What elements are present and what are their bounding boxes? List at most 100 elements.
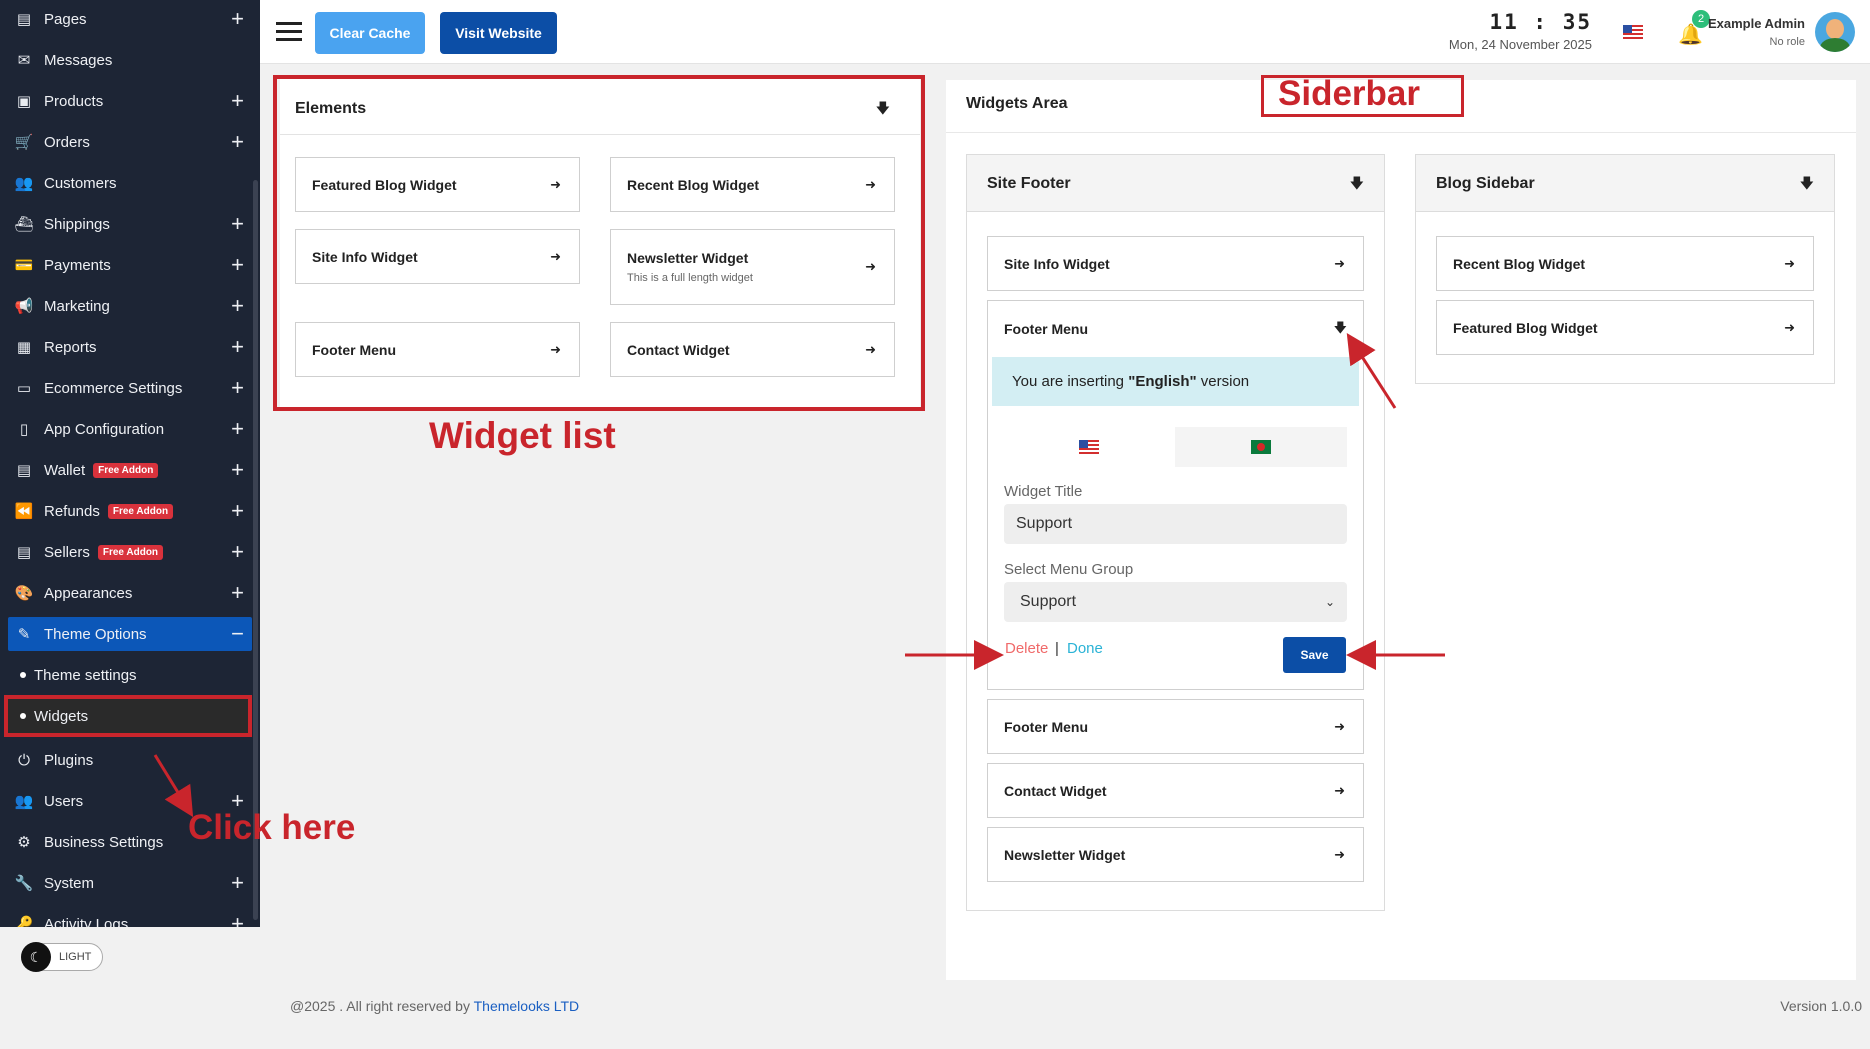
sidebar-item-products[interactable]: ▣ Products + <box>0 84 252 118</box>
siderbar-annotation: Siderbar <box>1278 74 1420 113</box>
expand-plus-icon[interactable]: + <box>231 252 244 278</box>
avatar[interactable] <box>1815 12 1855 52</box>
sidebar-item-label: System <box>44 874 95 892</box>
sidebar-item-ecommerce-settings[interactable]: ▭ Ecommerce Settings + <box>0 371 252 405</box>
sidebar-item-customers[interactable]: 👥 Customers <box>0 166 252 200</box>
sidebar-item-label: Reports <box>44 338 97 356</box>
expand-plus-icon[interactable]: + <box>231 88 244 114</box>
megaphone-icon: 📢 <box>14 298 34 315</box>
info-text: You are inserting <box>1012 373 1129 390</box>
menu-group-selected: Support <box>1020 593 1077 610</box>
top-header: Clear Cache Visit Website 11 : 35 Mon, 2… <box>260 0 1870 64</box>
blog-sidebar-item-featured-blog-widget[interactable]: Featured Blog Widget ➜ <box>1436 300 1814 355</box>
expand-plus-icon[interactable]: + <box>231 129 244 155</box>
widget-label: Footer Menu <box>1004 718 1088 735</box>
sidebar-item-payments[interactable]: 💳 Payments + <box>0 248 252 282</box>
sidebar-item-shippings[interactable]: ⛴ Shippings + <box>0 207 252 241</box>
arrow-down-icon[interactable]: 🡇 <box>1350 173 1364 197</box>
window-icon: ▭ <box>16 380 32 397</box>
expand-plus-icon[interactable]: + <box>231 539 244 565</box>
arrow-down-icon[interactable]: 🡇 <box>1334 319 1347 341</box>
palette-icon: 🎨 <box>14 585 34 602</box>
sidebar-item-marketing[interactable]: 📢 Marketing + <box>0 289 252 323</box>
brand-link[interactable]: Themelooks LTD <box>474 998 580 1014</box>
expand-plus-icon[interactable]: + <box>231 870 244 896</box>
sidebar-item-refunds[interactable]: ⏪ Refunds Free Addon + <box>0 494 252 528</box>
users-icon: 👥 <box>14 793 34 810</box>
sidebar-item-pages[interactable]: ▤ Pages + <box>0 2 252 36</box>
sidebar-item-appearances[interactable]: 🎨 Appearances + <box>0 576 252 610</box>
expand-plus-icon[interactable]: + <box>231 375 244 401</box>
blog-sidebar-item-recent-blog-widget[interactable]: Recent Blog Widget ➜ <box>1436 236 1814 291</box>
menu-group-select[interactable]: Support ⌄ <box>1004 582 1347 622</box>
widget-title-label: Widget Title <box>1004 483 1083 500</box>
sidebar-item-activity-logs[interactable]: 🔑 Activity Logs + <box>0 907 252 927</box>
lang-tab-bangla[interactable] <box>1175 427 1347 467</box>
footer-item-contact-widget[interactable]: Contact Widget ➜ <box>987 763 1364 818</box>
footer-item-newsletter-widget[interactable]: Newsletter Widget ➜ <box>987 827 1364 882</box>
cart-icon: 🛒 <box>14 134 34 151</box>
arrow-right-icon: ➜ <box>1334 718 1345 734</box>
bullet-icon <box>20 713 26 719</box>
sidebar-subitem-theme-settings[interactable]: Theme settings <box>0 658 252 692</box>
sidebar-item-label: Users <box>44 792 84 810</box>
lang-tab-english[interactable] <box>1003 427 1175 467</box>
ship-icon: ⛴ <box>14 216 34 233</box>
expand-plus-icon[interactable]: + <box>231 416 244 442</box>
sidebar-item-orders[interactable]: 🛒 Orders + <box>0 125 252 159</box>
save-button[interactable]: Save <box>1283 637 1346 673</box>
sidebar-item-messages[interactable]: ✉ Messages <box>0 43 252 77</box>
sidebar-item-label: Messages <box>44 51 113 69</box>
expand-plus-icon[interactable]: + <box>231 6 244 32</box>
sidebar-item-label: Refunds <box>44 502 100 520</box>
sidebar-item-sellers[interactable]: ▤ Sellers Free Addon + <box>0 535 252 569</box>
sidebar-item-theme-options[interactable]: ✎ Theme Options − <box>8 617 252 651</box>
box-icon: ▣ <box>16 93 32 110</box>
footer-item-footer-menu[interactable]: Footer Menu ➜ <box>987 699 1364 754</box>
visit-website-button[interactable]: Visit Website <box>440 12 557 54</box>
delete-link[interactable]: Delete <box>1005 640 1048 657</box>
expand-plus-icon[interactable]: + <box>231 911 244 927</box>
expand-plus-icon[interactable]: + <box>231 457 244 483</box>
widget-title-input[interactable]: Support <box>1004 504 1347 544</box>
widget-label: Recent Blog Widget <box>1453 255 1586 272</box>
app-version: Version 1.0.0 <box>1780 998 1862 1014</box>
sidebar-item-label: App Configuration <box>44 420 165 438</box>
sidebar-item-system[interactable]: 🔧 System + <box>0 866 252 900</box>
arrow-down-icon[interactable]: 🡇 <box>1800 173 1814 197</box>
admin-role: No role <box>1769 36 1805 48</box>
rewind-icon: ⏪ <box>14 503 34 520</box>
footer-item-site-info-widget[interactable]: Site Info Widget ➜ <box>987 236 1364 291</box>
sidebar-item-label: Marketing <box>44 297 110 315</box>
plug-icon: ⏻ <box>18 751 30 769</box>
theme-toggle[interactable]: ☾ LIGHT <box>21 942 103 972</box>
arrow-right-icon: ➜ <box>1784 255 1795 271</box>
admin-name[interactable]: Example Admin <box>1708 16 1805 31</box>
sidebar-item-label: Plugins <box>44 751 94 769</box>
bangladesh-flag-icon <box>1251 440 1271 454</box>
key-icon: 🔑 <box>14 916 34 927</box>
expand-plus-icon[interactable]: + <box>231 211 244 237</box>
us-flag-icon[interactable] <box>1623 25 1643 39</box>
sidebar-item-label: Payments <box>44 256 111 274</box>
sidebar-subitem-widgets[interactable]: Widgets <box>4 695 252 737</box>
collapse-icon[interactable]: − <box>231 621 244 647</box>
sidebar-item-reports[interactable]: ▦ Reports + <box>0 330 252 364</box>
sidebar-item-wallet[interactable]: ▤ Wallet Free Addon + <box>0 453 252 487</box>
clear-cache-button[interactable]: Clear Cache <box>315 12 425 54</box>
expand-plus-icon[interactable]: + <box>231 334 244 360</box>
widget-label: Newsletter Widget <box>1004 846 1126 863</box>
hamburger-menu-icon[interactable] <box>276 22 302 42</box>
free-addon-badge: Free Addon <box>97 544 164 560</box>
expand-plus-icon[interactable]: + <box>231 580 244 606</box>
widget-list-highlight <box>273 75 925 411</box>
expand-plus-icon[interactable]: + <box>231 293 244 319</box>
wallet-icon: ▤ <box>16 462 32 479</box>
sidebar-item-plugins[interactable]: ⏻ Plugins <box>0 743 252 777</box>
expand-plus-icon[interactable]: + <box>231 498 244 524</box>
done-link[interactable]: Done <box>1067 640 1103 657</box>
sidebar-item-app-configuration[interactable]: ▯ App Configuration + <box>0 412 252 446</box>
sidebar-item-label: Appearances <box>44 584 133 602</box>
arrow-right-icon: ➜ <box>1784 319 1795 335</box>
divider <box>946 132 1856 133</box>
